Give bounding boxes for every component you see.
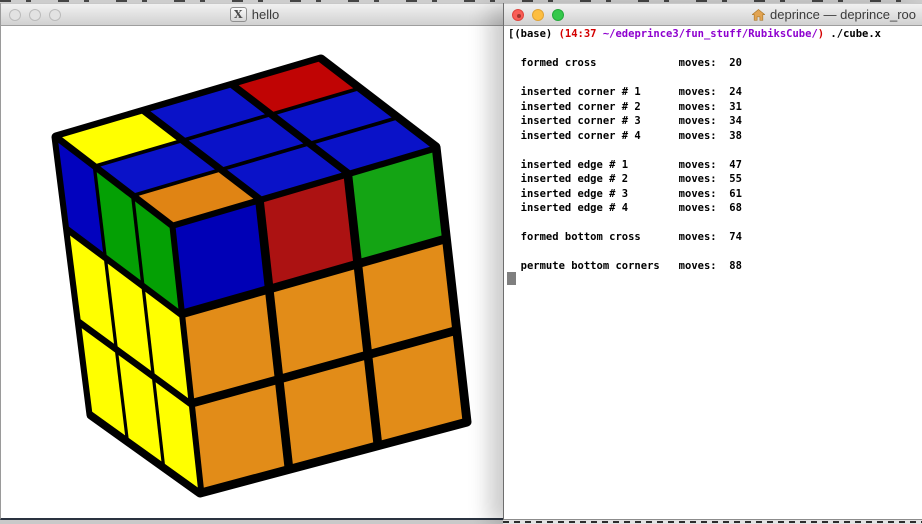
x11-icon: X bbox=[230, 7, 247, 22]
background-window-bottom-edge bbox=[503, 520, 922, 524]
prompt-segment: ./cube.x bbox=[824, 28, 881, 40]
hello-window: X hello bbox=[0, 3, 508, 520]
home-folder-icon bbox=[752, 9, 765, 21]
hello-title-group: X hello bbox=[1, 4, 508, 25]
terminal-window: deprince — deprince_roo [(base) (14:37 ~… bbox=[503, 3, 922, 520]
rubiks-cube-canvas[interactable] bbox=[1, 25, 504, 518]
prompt-segment: ~/edeprince3/fun_stuff/RubiksCube/ bbox=[603, 28, 818, 40]
terminal-titlebar[interactable]: deprince — deprince_roo bbox=[504, 3, 922, 26]
terminal-output-text: [(base) (14:37 ~/edeprince3/fun_stuff/Ru… bbox=[508, 27, 881, 274]
hello-window-title: hello bbox=[252, 7, 279, 22]
prompt-segment: [(base) bbox=[508, 28, 559, 40]
desktop: { "hello_window": { "title": "hello", "i… bbox=[0, 0, 922, 524]
prompt-segment: (14:37 bbox=[559, 28, 603, 40]
terminal-title-group: deprince — deprince_roo bbox=[504, 4, 922, 25]
terminal-content-area[interactable]: [(base) (14:37 ~/edeprince3/fun_stuff/Ru… bbox=[504, 25, 922, 519]
terminal-cursor bbox=[507, 272, 516, 285]
hello-titlebar[interactable]: X hello bbox=[1, 3, 508, 26]
terminal-window-title: deprince — deprince_roo bbox=[770, 7, 916, 22]
